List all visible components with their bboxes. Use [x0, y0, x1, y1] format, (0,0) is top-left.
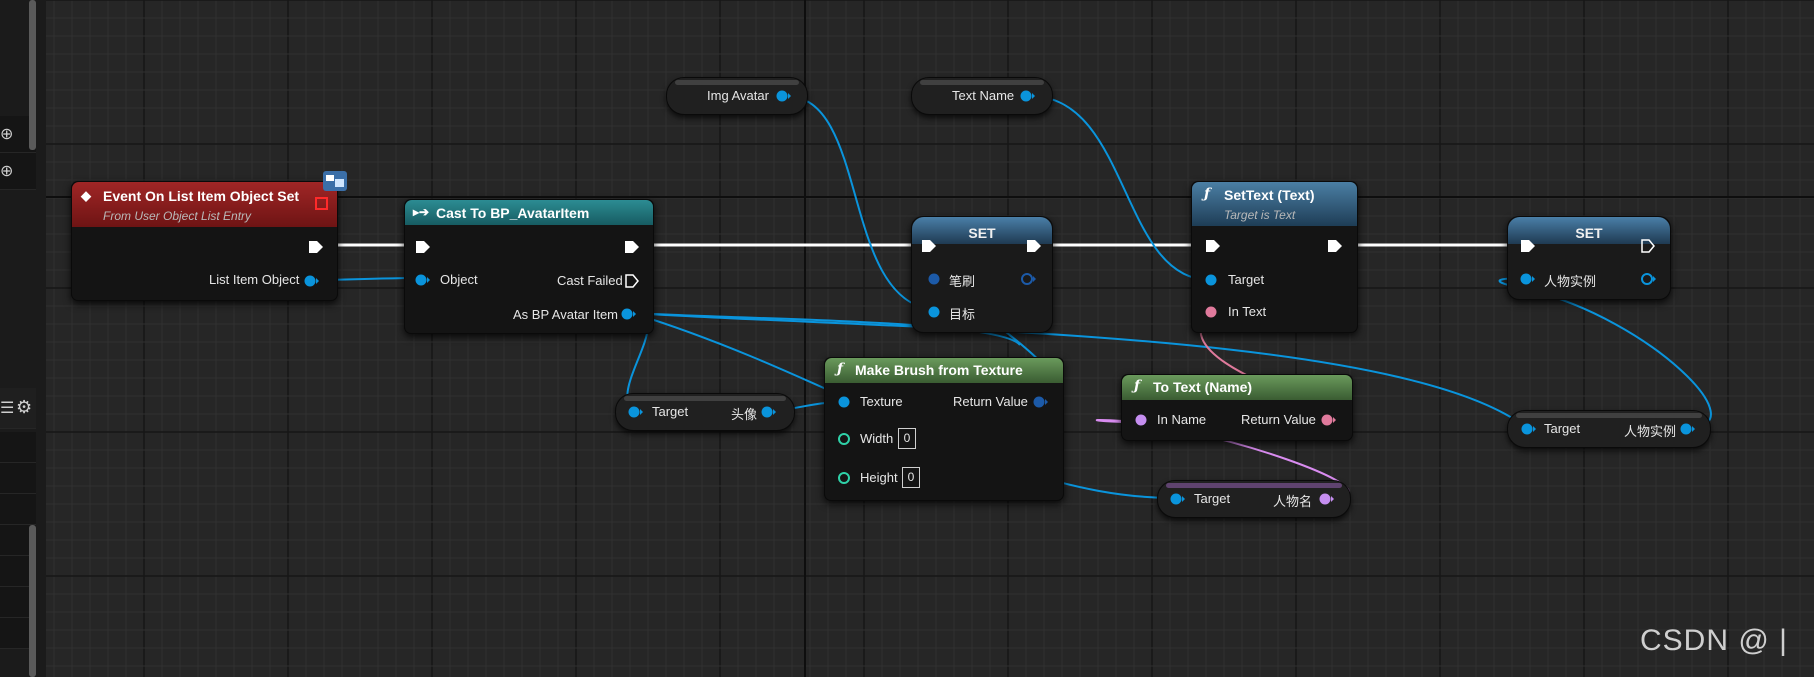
instance-out-pin[interactable] — [1640, 272, 1658, 286]
object-out-pin[interactable] — [1020, 89, 1036, 103]
variable-gloss — [624, 396, 786, 401]
make-brush-title: Make Brush from Texture — [855, 362, 1023, 378]
instance-in-pin[interactable] — [1520, 272, 1536, 286]
variable-gloss — [675, 80, 799, 85]
exec-out-pin[interactable] — [308, 239, 324, 255]
object-in-pin[interactable] — [415, 273, 431, 287]
get-avatar-node[interactable]: Target 头像 — [615, 393, 795, 431]
brush-in-pin[interactable] — [928, 272, 944, 286]
in-name-pin[interactable] — [1135, 413, 1151, 427]
exec-in-pin[interactable] — [415, 239, 431, 255]
img-avatar-variable[interactable]: Img Avatar — [666, 77, 808, 115]
exec-out-pin[interactable] — [1026, 238, 1042, 254]
return-value-pin[interactable] — [1321, 413, 1337, 427]
text-name-variable[interactable]: Text Name — [911, 77, 1053, 115]
exec-out-pin[interactable] — [624, 239, 640, 255]
in-name-pin-label: In Name — [1157, 412, 1207, 427]
exec-out-pin[interactable] — [1640, 238, 1656, 254]
set-instance-node[interactable]: SET 人物实例 — [1507, 216, 1671, 300]
return-value-label: Return Value — [1241, 412, 1316, 427]
list-item-object-label: List Item Object — [209, 272, 300, 287]
watermark-text: CSDN @ | — [1640, 624, 1788, 657]
event-node-title: Event On List Item Object Set — [103, 188, 300, 204]
set-text-node[interactable]: ƒ SetText (Text) Target is Text Target I… — [1191, 181, 1358, 333]
width-pin-label: Width — [860, 431, 894, 446]
in-text-pin[interactable] — [1205, 305, 1221, 319]
height-value-input[interactable]: 0 — [902, 467, 920, 488]
texture-in-pin[interactable] — [838, 395, 854, 409]
height-in-pin[interactable] — [838, 471, 854, 485]
function-f-icon: ƒ — [1134, 378, 1141, 394]
wires-layer — [309, 95, 1712, 500]
function-f-icon: ƒ — [837, 361, 844, 377]
target-pin-label: 目标 — [949, 307, 976, 322]
to-text-node[interactable]: ƒ To Text (Name) In Name Return Value — [1121, 374, 1353, 441]
instance-pin-label: 人物实例 — [1544, 274, 1597, 289]
avatar-value-label: 头像 — [731, 407, 758, 422]
cast-arrow-icon: ▸➔ — [413, 205, 430, 219]
object-out-pin[interactable] — [776, 89, 792, 103]
object-wire — [1029, 95, 1211, 281]
name-value-label: 人物名 — [1273, 494, 1313, 509]
width-in-pin[interactable] — [838, 432, 854, 446]
exec-in-pin[interactable] — [921, 238, 937, 254]
texture-pin-label: Texture — [860, 394, 903, 409]
exec-out-pin[interactable] — [1327, 238, 1343, 254]
instance-out-pin[interactable] — [1680, 422, 1696, 436]
cast-failed-pin[interactable] — [624, 273, 640, 289]
blueprint-graph-canvas[interactable]: ⊕ ⊕ ☰ ⚙ ◆ Event On List Item Object Set … — [0, 0, 1814, 677]
target-in-pin[interactable] — [1521, 422, 1537, 436]
return-value-pin[interactable] — [1033, 395, 1049, 409]
variable-gloss — [1516, 413, 1702, 418]
exec-in-pin[interactable] — [1205, 238, 1221, 254]
img-avatar-label: Img Avatar — [707, 88, 769, 103]
to-text-title: To Text (Name) — [1153, 379, 1253, 395]
cast-failed-label: Cast Failed — [557, 273, 623, 288]
exec-in-pin[interactable] — [1520, 238, 1536, 254]
as-avatar-item-label: As BP Avatar Item — [513, 307, 619, 322]
get-name-node[interactable]: Target 人物名 — [1157, 480, 1351, 518]
target-in-pin[interactable] — [928, 305, 944, 319]
variable-gloss — [1166, 483, 1342, 488]
text-name-label: Text Name — [952, 88, 1015, 103]
height-pin-label: Height — [860, 470, 898, 485]
brush-pin-label: 笔刷 — [949, 274, 976, 289]
target-pin-label: Target — [652, 404, 689, 419]
object-wire — [1498, 277, 1712, 429]
target-in-pin[interactable] — [1170, 492, 1186, 506]
function-f-icon: ƒ — [1204, 186, 1211, 202]
cast-node[interactable]: ▸➔ Cast To BP_AvatarItem Object Cast Fai… — [404, 199, 654, 334]
event-diamond-icon: ◆ — [81, 188, 91, 203]
width-value-input[interactable]: 0 — [898, 428, 916, 449]
instance-value-label: 人物实例 — [1624, 424, 1677, 439]
set-text-title: SetText (Text) — [1224, 187, 1315, 203]
cast-node-title: Cast To BP_AvatarItem — [436, 205, 590, 221]
name-out-pin[interactable] — [1319, 492, 1335, 506]
variable-gloss — [920, 80, 1044, 85]
return-value-label: Return Value — [953, 394, 1028, 409]
target-pin-label: Target — [1228, 272, 1265, 287]
target-pin-label: Target — [1194, 491, 1231, 506]
target-pin-label: Target — [1544, 421, 1581, 436]
target-in-pin[interactable] — [628, 405, 644, 419]
set-text-subtitle: Target is Text — [1224, 208, 1296, 222]
object-pin-label: Object — [440, 272, 478, 287]
object-out-pin[interactable] — [304, 274, 320, 288]
event-node-subtitle: From User Object List Entry — [103, 209, 252, 223]
get-instance-node[interactable]: Target 人物实例 — [1507, 410, 1711, 448]
event-node[interactable]: ◆ Event On List Item Object Set From Use… — [71, 171, 347, 301]
in-text-pin-label: In Text — [1228, 304, 1267, 319]
avatar-out-pin[interactable] — [761, 405, 777, 419]
object-out-pin[interactable] — [621, 307, 637, 321]
interface-badge-icon — [323, 171, 347, 191]
brush-out-pin[interactable] — [1020, 272, 1038, 286]
make-brush-node[interactable]: ƒ Make Brush from Texture Texture Return… — [824, 357, 1064, 501]
breakpoint-marker[interactable] — [315, 197, 328, 210]
set-brush-node[interactable]: SET 笔刷 目标 — [911, 216, 1053, 333]
target-in-pin[interactable] — [1205, 273, 1221, 287]
